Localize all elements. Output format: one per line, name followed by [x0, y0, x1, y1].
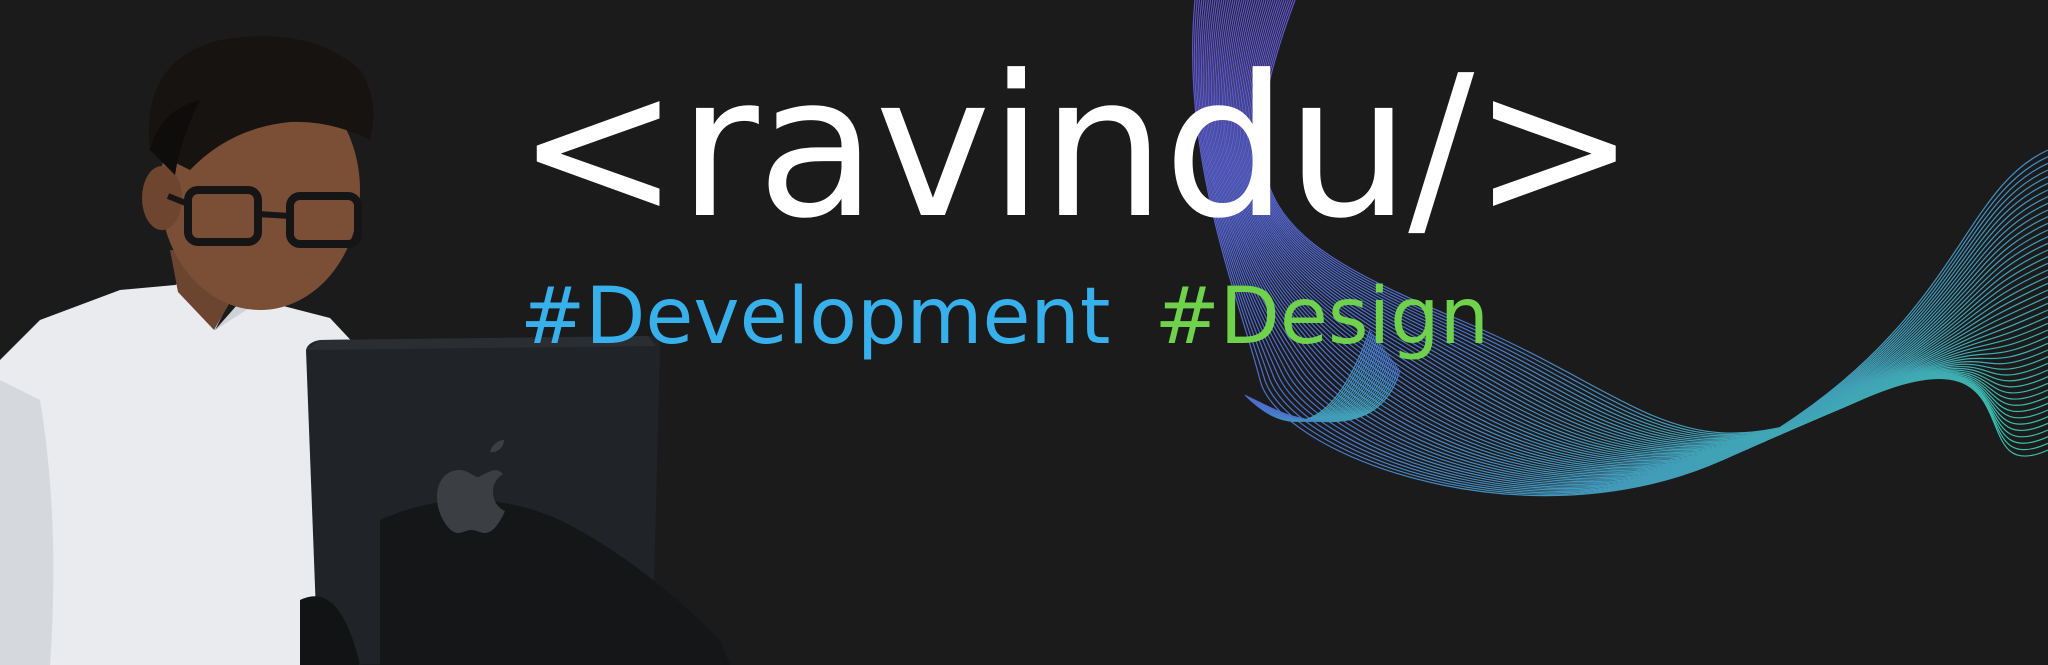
banner-title: <ravindu/> — [516, 34, 1636, 262]
tag-design: #Design — [1154, 272, 1490, 362]
profile-banner: <ravindu/> #Development #Design — [0, 0, 2048, 665]
tag-line: #Development #Design — [520, 278, 1489, 356]
tag-development: #Development — [520, 272, 1111, 362]
